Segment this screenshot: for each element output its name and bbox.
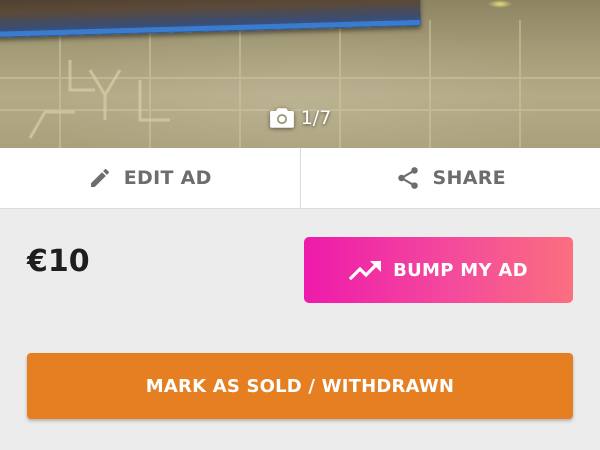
photo-counter-text: 1/7: [300, 107, 332, 129]
photo-counter: 1/7: [0, 107, 600, 129]
action-bar: EDIT AD SHARE: [0, 148, 600, 209]
share-label: SHARE: [432, 167, 506, 189]
share-icon: [395, 165, 421, 191]
mark-as-sold-button[interactable]: MARK AS SOLD / WITHDRAWN: [27, 353, 573, 419]
edit-ad-label: EDIT AD: [123, 167, 212, 189]
pencil-icon: [88, 166, 112, 190]
edit-ad-button[interactable]: EDIT AD: [0, 148, 300, 208]
mark-as-sold-label: MARK AS SOLD / WITHDRAWN: [145, 375, 455, 397]
listing-price: €10: [27, 244, 90, 279]
bump-my-ad-label: BUMP MY AD: [393, 259, 528, 281]
photo-glint: [488, 0, 512, 8]
trending-up-icon: [349, 260, 382, 281]
bump-my-ad-button[interactable]: BUMP MY AD: [304, 237, 573, 303]
camera-icon: [269, 108, 294, 128]
share-button[interactable]: SHARE: [301, 148, 600, 208]
listing-photo[interactable]: 1/7: [0, 0, 600, 148]
